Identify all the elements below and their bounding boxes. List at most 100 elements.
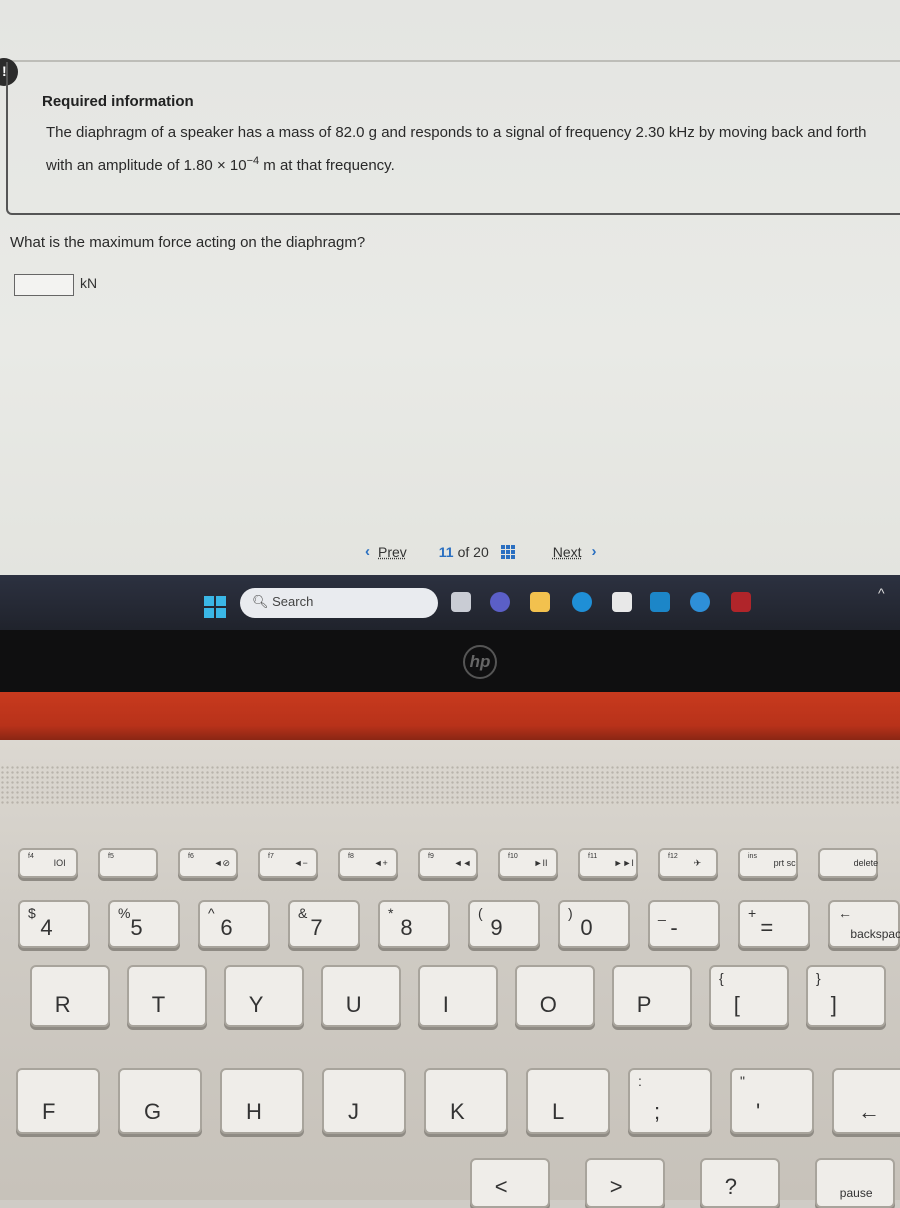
bezel: [0, 630, 900, 695]
key[interactable]: Y: [224, 965, 304, 1027]
screen: ! Required information The diaphragm of …: [0, 0, 900, 575]
key[interactable]: {[: [709, 965, 789, 1027]
key[interactable]: f9 ◄◄: [418, 848, 478, 878]
key[interactable]: U: [321, 965, 401, 1027]
key-label: pause: [839, 1186, 873, 1201]
required-info-title: Required information: [42, 93, 194, 110]
key[interactable]: L: [526, 1068, 610, 1134]
required-info-text: The diaphragm of a speaker has a mass of…: [46, 118, 886, 180]
search-placeholder: Search: [272, 594, 314, 609]
key[interactable]: ins prt sc: [738, 848, 798, 878]
unit-label: kN: [80, 275, 98, 291]
key-label: R: [54, 992, 71, 1018]
chevron-right-icon[interactable]: ›: [592, 543, 597, 560]
key[interactable]: ← backspace: [828, 900, 900, 948]
meet-icon[interactable]: [490, 592, 510, 612]
key-label: delete: [853, 858, 879, 868]
key[interactable]: f7 ◄−: [258, 848, 318, 878]
key-label: backspace: [850, 926, 900, 941]
key[interactable]: F: [16, 1068, 100, 1134]
key[interactable]: I: [418, 965, 498, 1027]
help-icon[interactable]: [690, 592, 710, 612]
key[interactable]: H: [220, 1068, 304, 1134]
key[interactable]: }]: [806, 965, 886, 1027]
key-label: =: [760, 914, 774, 940]
key[interactable]: f8 ◄+: [338, 848, 398, 878]
key-label: J: [348, 1098, 359, 1124]
chevron-left-icon[interactable]: ‹: [365, 543, 370, 560]
key-label: P: [636, 992, 652, 1018]
key-secondary-label: ): [568, 905, 573, 921]
key[interactable]: :;: [628, 1068, 712, 1134]
key-secondary-label: (: [478, 905, 483, 921]
next-button[interactable]: Next: [553, 544, 582, 560]
key[interactable]: <: [470, 1158, 550, 1208]
key[interactable]: O: [515, 965, 595, 1027]
key[interactable]: delete: [818, 848, 878, 878]
pager: ‹ Prev 11 of 20 Next ›: [365, 543, 597, 560]
key-label: ?: [724, 1174, 738, 1200]
store-icon[interactable]: [612, 592, 632, 612]
key[interactable]: G: [118, 1068, 202, 1134]
key-secondary-label: %: [118, 905, 131, 921]
key-secondary-label: ^: [208, 905, 215, 921]
key[interactable]: (9: [468, 900, 540, 948]
key-label: ►II: [533, 858, 548, 868]
key[interactable]: ?: [700, 1158, 780, 1208]
key-secondary-label: f9: [428, 853, 434, 860]
key-label: O: [539, 992, 557, 1018]
key[interactable]: T: [127, 965, 207, 1027]
grid-icon[interactable]: [500, 544, 515, 559]
key[interactable]: f12 ✈: [658, 848, 718, 878]
question-text: What is the maximum force acting on the …: [10, 234, 366, 251]
key-secondary-label: ": [740, 1073, 745, 1089]
key-label: IOI: [53, 858, 66, 868]
key[interactable]: >: [585, 1158, 665, 1208]
key[interactable]: " ': [730, 1068, 814, 1134]
key[interactable]: f11 ►►I: [578, 848, 638, 878]
key-label: ◄+: [373, 858, 388, 868]
key[interactable]: P: [612, 965, 692, 1027]
key-secondary-label: f7: [268, 853, 274, 860]
key[interactable]: * 8: [378, 900, 450, 948]
windows-start-icon[interactable]: [204, 596, 226, 618]
key-label: ✈: [693, 858, 702, 868]
key[interactable]: & 7: [288, 900, 360, 948]
key[interactable]: f5: [98, 848, 158, 878]
answer-input[interactable]: [14, 274, 74, 296]
key-label: Y: [248, 992, 264, 1018]
edge-icon[interactable]: [572, 592, 592, 612]
key[interactable]: ^ 6: [198, 900, 270, 948]
key-secondary-label: $: [28, 905, 36, 921]
key-secondary-label: f11: [588, 853, 598, 860]
key[interactable]: f10 ►II: [498, 848, 558, 878]
current-page: 11: [438, 543, 454, 560]
key[interactable]: pause: [815, 1158, 895, 1208]
key-label: ;: [654, 1098, 661, 1124]
key-label: ←: [858, 1098, 880, 1124]
mcafee-app-icon[interactable]: [650, 592, 670, 612]
key-label: 4: [40, 914, 53, 940]
key[interactable]: + =: [738, 900, 810, 948]
key[interactable]: _ -: [648, 900, 720, 948]
key[interactable]: f4 IOI: [18, 848, 78, 878]
prev-button[interactable]: Prev: [378, 544, 407, 560]
key-secondary-label: ins: [748, 853, 757, 860]
file-explorer-icon[interactable]: [530, 592, 550, 612]
key[interactable]: ←: [832, 1068, 900, 1134]
key[interactable]: K: [424, 1068, 508, 1134]
key-secondary-label: f10: [508, 853, 518, 860]
chevron-up-icon[interactable]: ^: [878, 585, 885, 601]
task-view-icon[interactable]: [451, 592, 471, 612]
key[interactable]: % 5: [108, 900, 180, 948]
key[interactable]: $4: [18, 900, 90, 948]
taskbar-search[interactable]: 🔍︎ Search: [240, 588, 438, 618]
key[interactable]: ) 0: [558, 900, 630, 948]
key[interactable]: f6 ◄⊘: [178, 848, 238, 878]
key[interactable]: J: [322, 1068, 406, 1134]
key[interactable]: R: [30, 965, 110, 1027]
key-secondary-label: &: [298, 905, 308, 921]
mcafee-icon[interactable]: [731, 592, 751, 612]
key-secondary-label: :: [638, 1073, 642, 1089]
key-label: F: [42, 1098, 56, 1124]
